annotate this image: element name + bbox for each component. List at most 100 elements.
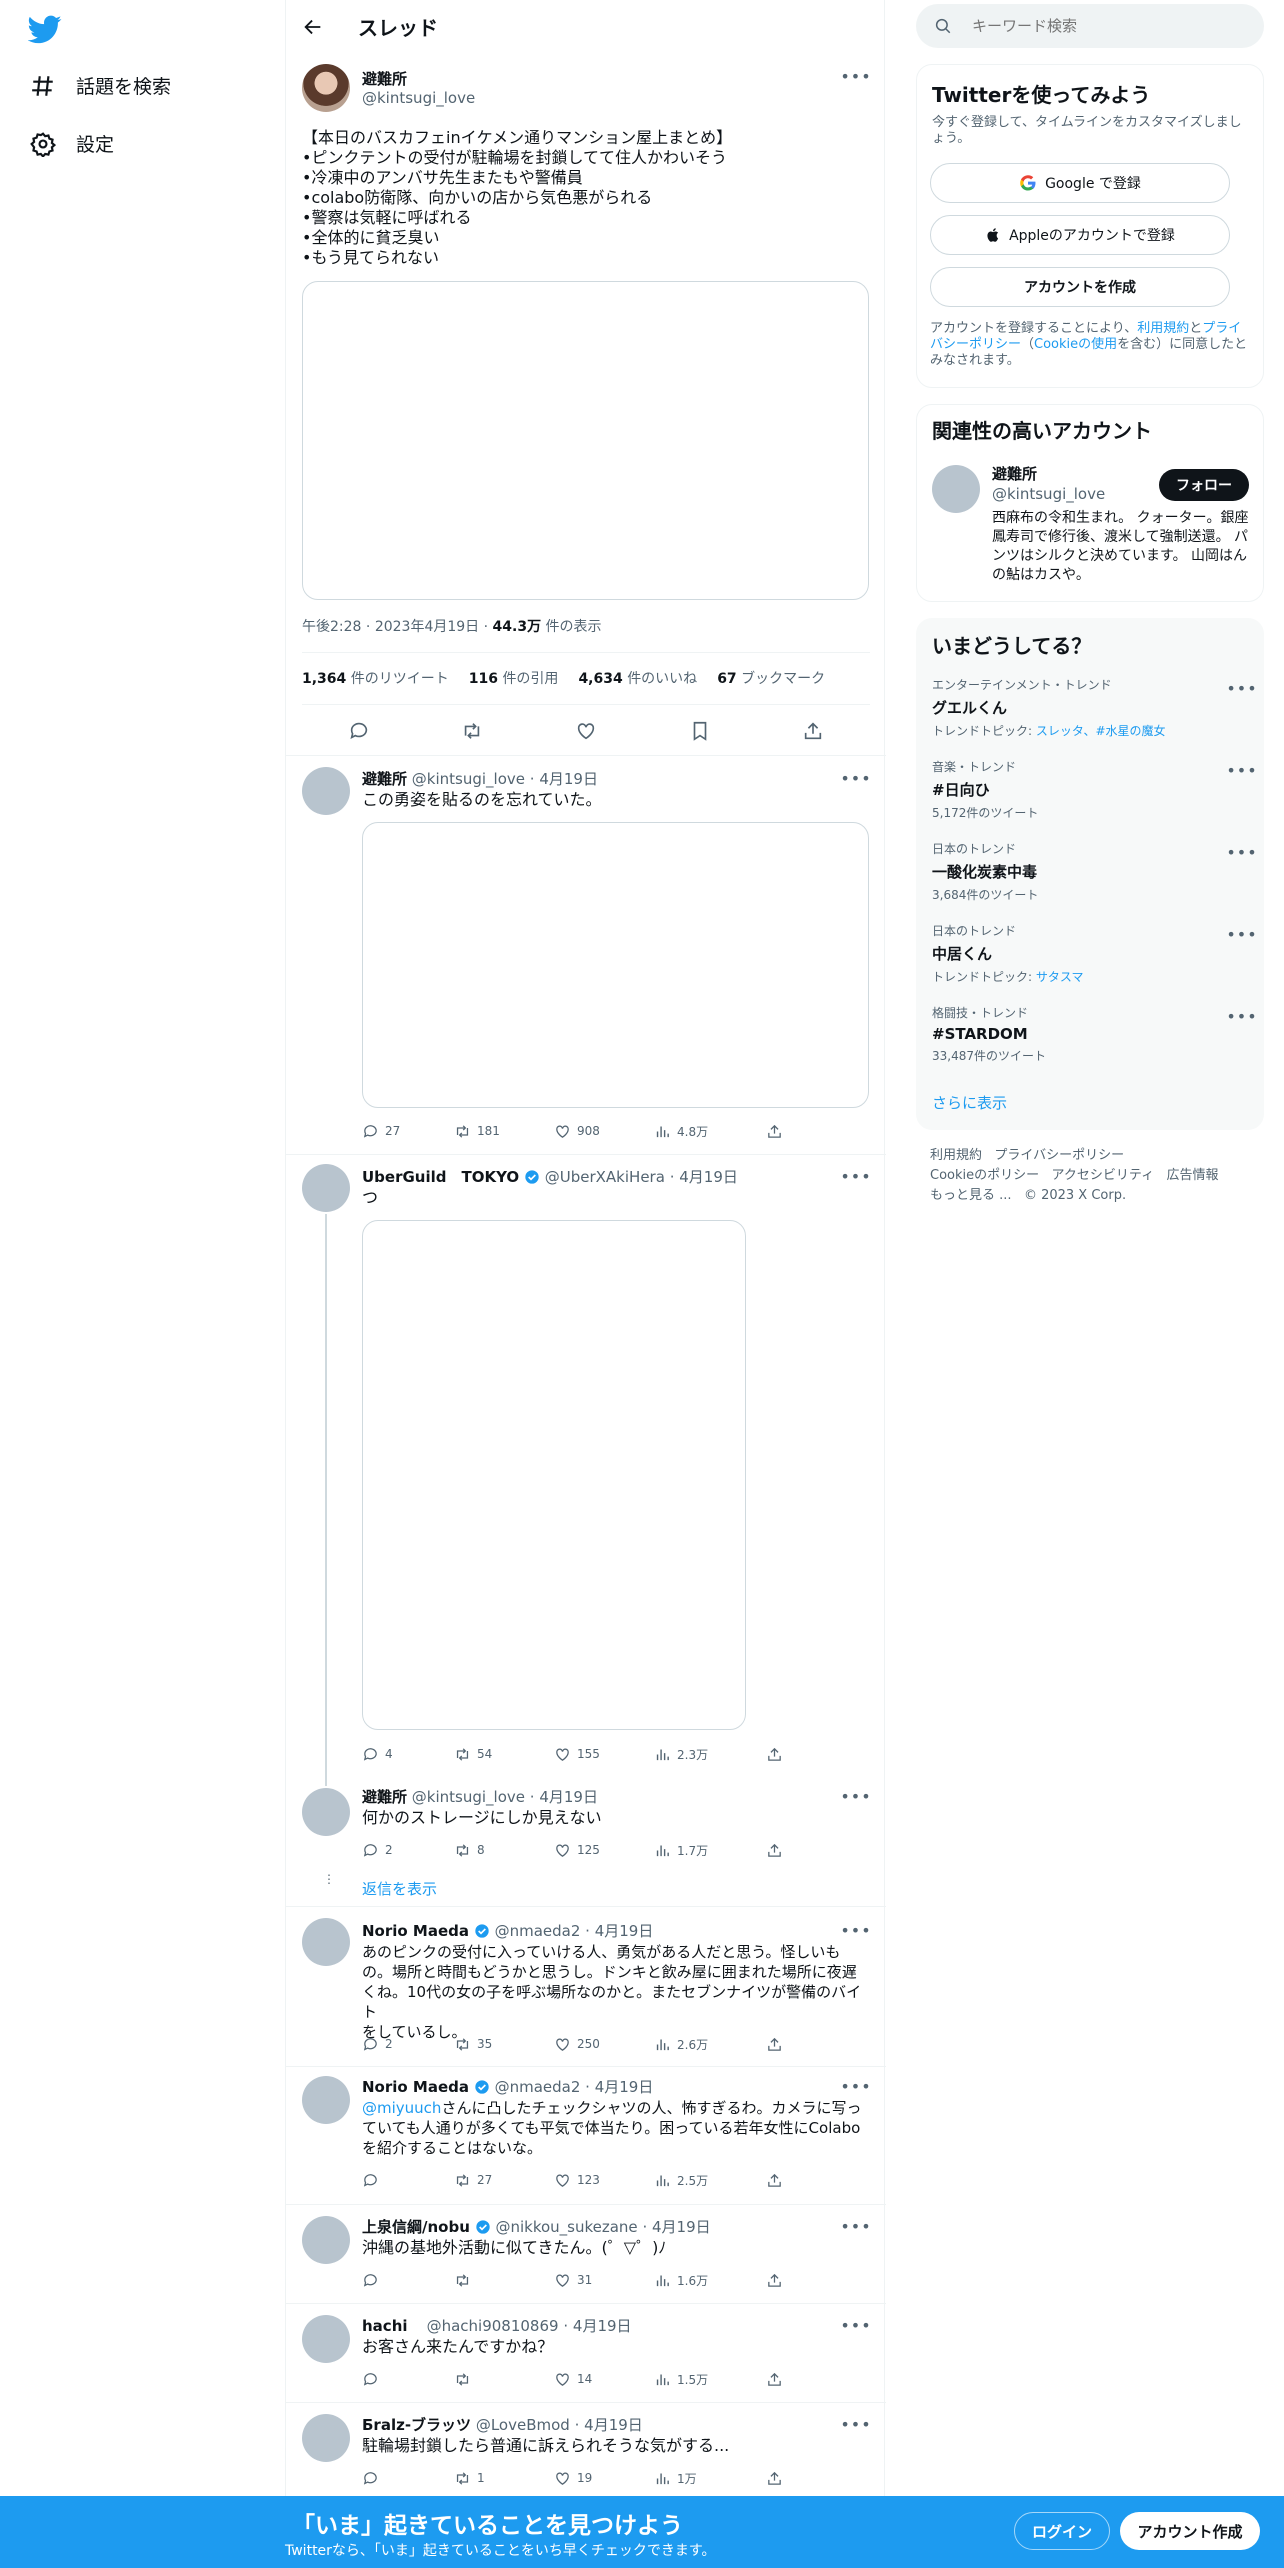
avatar[interactable] [302,1788,350,1836]
show-replies-link[interactable]: 返信を表示 [362,1878,437,1899]
like-button[interactable]: 14 [554,2369,654,2389]
back-arrow-icon[interactable] [302,16,324,38]
signup-button[interactable]: アカウント作成 [1120,2512,1260,2550]
reply-button[interactable] [362,2468,454,2488]
like-button[interactable]: 125 [554,1840,654,1860]
reply-button[interactable]: 2 [362,1840,454,1860]
reply-icon[interactable] [348,720,370,742]
footer-more-link[interactable]: もっと見る ... [930,1188,1012,1203]
more-options-icon[interactable]: ••• [840,1920,870,1940]
views-button[interactable]: 1万 [654,2468,766,2488]
views-button[interactable]: 2.3万 [654,1744,766,1764]
related-name[interactable]: 避難所 [992,463,1037,484]
reply-button[interactable]: 27 [362,1121,454,1141]
reply-author-name[interactable]: Бralz-ブラッツ [362,2416,471,2434]
retweet-button[interactable]: 1 [454,2468,554,2488]
reply-date[interactable]: 4月19日 [584,2416,643,2434]
reply-button[interactable] [362,2270,454,2290]
reply-date[interactable]: 4月19日 [679,1168,738,1186]
views-button[interactable]: 2.6万 [654,2034,766,2054]
login-button[interactable]: ログイン [1014,2512,1110,2550]
share-button[interactable] [766,2034,783,2054]
reply-author-name[interactable]: Norio Maeda [362,1922,469,1940]
trend-topics-links[interactable]: スレッタ、#水星の魔女 [1036,724,1166,738]
tweet-media[interactable] [302,281,869,600]
retweet-button[interactable] [454,2369,554,2389]
more-options-icon[interactable]: ••• [840,66,870,86]
search-box[interactable] [916,4,1264,48]
views-button[interactable]: 2.5万 [654,2170,766,2190]
more-options-icon[interactable]: ••• [840,1786,870,1806]
trend-item[interactable]: 日本のトレンド 中居くん トレンドトピック: サタスマ ••• [916,922,1264,1004]
retweet-button[interactable]: 35 [454,2034,554,2054]
views-button[interactable]: 1.5万 [654,2369,766,2389]
trend-item[interactable]: 音楽・トレンド #日向ひ 5,172件のツイート ••• [916,758,1264,840]
trend-item[interactable]: 日本のトレンド 一酸化炭素中毒 3,684件のツイート ••• [916,840,1264,922]
avatar[interactable] [302,64,350,112]
trend-topics-links[interactable]: サタスマ [1036,970,1084,984]
reply-date[interactable]: 4月19日 [539,1788,598,1806]
reply-date[interactable]: 4月19日 [652,2218,711,2236]
reply-button[interactable] [362,2170,454,2190]
share-button[interactable] [766,2270,783,2290]
terms-link[interactable]: 利用規約 [1137,321,1189,336]
reply-author-handle[interactable]: @UberXAkiHera [545,1168,665,1186]
reply-date[interactable]: 4月19日 [595,2078,654,2096]
more-options-icon[interactable]: ••• [1226,1006,1256,1026]
reply-button[interactable]: 4 [362,1744,454,1764]
more-options-icon[interactable]: ••• [840,1166,870,1186]
retweet-stat[interactable]: 1,364 件のリツイート [302,668,449,688]
tweet-time[interactable]: 午後2:28 [302,619,361,635]
cookie-link[interactable]: Cookieの使用 [1034,337,1117,352]
footer-privacy-link[interactable]: プライバシーポリシー [994,1148,1124,1163]
retweet-button[interactable]: 8 [454,1840,554,1860]
more-options-icon[interactable]: ••• [1226,678,1256,698]
like-button[interactable]: 19 [554,2468,654,2488]
share-button[interactable] [766,2468,783,2488]
nav-settings[interactable]: 設定 [30,130,114,157]
tweet-author-handle[interactable]: @kintsugi_love [362,89,475,107]
bookmark-icon[interactable] [689,720,711,742]
avatar[interactable] [302,2076,350,2124]
search-input[interactable] [972,17,1232,35]
reply-author-handle[interactable]: @hachi90810869 [427,2317,559,2335]
retweet-icon[interactable] [461,720,483,742]
mention-link[interactable]: @miyuuch [362,2099,441,2117]
views-button[interactable]: 1.7万 [654,1840,766,1860]
more-options-icon[interactable]: ••• [1226,842,1256,862]
more-options-icon[interactable]: ••• [1226,924,1256,944]
avatar[interactable] [302,2216,350,2264]
footer-ads-link[interactable]: 広告情報 [1167,1168,1219,1183]
reply-author-handle[interactable]: @nmaeda2 [495,2078,581,2096]
reply-author-handle[interactable]: @nmaeda2 [495,1922,581,1940]
footer-accessibility-link[interactable]: アクセシビリティ [1052,1168,1155,1183]
reply-button[interactable] [362,2369,454,2389]
reply-author-name[interactable]: 避難所 [362,1788,407,1806]
share-button[interactable] [766,1744,783,1764]
like-button[interactable]: 908 [554,1121,654,1141]
reply-media[interactable] [362,822,869,1108]
avatar[interactable] [932,465,980,513]
retweet-button[interactable] [454,2270,554,2290]
reply-author-handle[interactable]: @kintsugi_love [412,1788,525,1806]
google-signup-button[interactable]: Google で登録 [930,163,1230,203]
retweet-button[interactable]: 27 [454,2170,554,2190]
more-options-icon[interactable]: ••• [840,2414,870,2434]
nav-explore[interactable]: 話題を検索 [30,72,171,99]
reply-author-name[interactable]: hachi [362,2317,408,2335]
views-button[interactable]: 1.6万 [654,2270,766,2290]
trend-item[interactable]: エンターテインメント・トレンド グエルくん トレンドトピック: スレッタ、#水星… [916,676,1264,758]
more-options-icon[interactable]: ••• [840,768,870,788]
share-button[interactable] [766,2369,783,2389]
share-button[interactable] [766,1840,783,1860]
like-button[interactable]: 250 [554,2034,654,2054]
more-options-icon[interactable]: ••• [840,2216,870,2236]
more-options-icon[interactable]: ••• [840,2315,870,2335]
trend-item[interactable]: 格闘技・トレンド #STARDOM 33,487件のツイート ••• [916,1004,1264,1086]
reply-date[interactable]: 4月19日 [539,770,598,788]
more-options-icon[interactable]: ••• [840,2076,870,2096]
related-handle[interactable]: @kintsugi_love [992,485,1105,503]
tweet-author-name[interactable]: 避難所 [362,68,407,89]
apple-signup-button[interactable]: Appleのアカウントで登録 [930,215,1230,255]
reply-media[interactable] [362,1220,746,1730]
